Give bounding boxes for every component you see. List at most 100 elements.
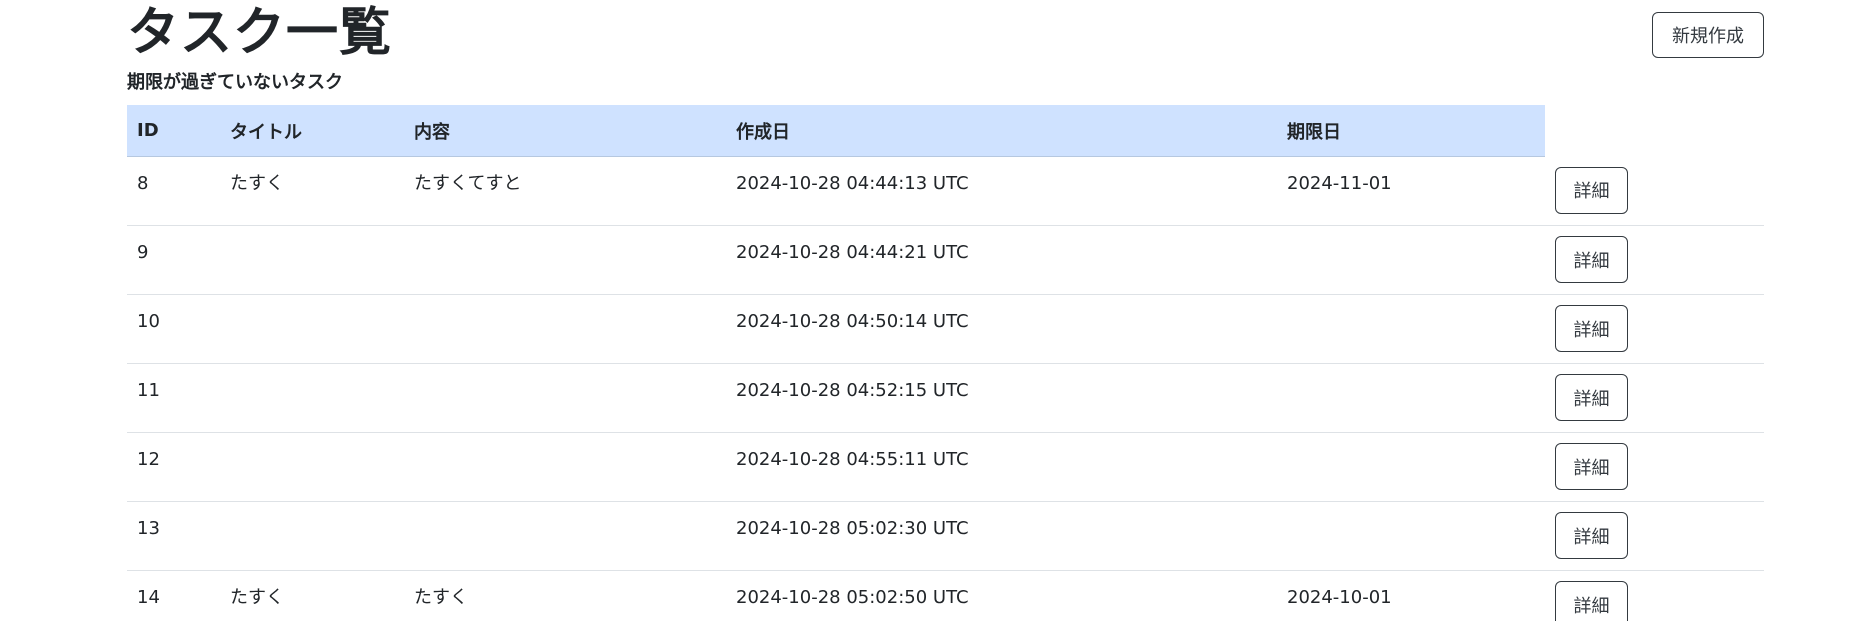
cell-actions: 詳細 <box>1545 363 1764 433</box>
cell-created: 2024-10-28 04:50:14 UTC <box>726 294 1277 364</box>
cell-created-text: 2024-10-28 04:55:11 UTC <box>736 449 969 470</box>
cell-id: 12 <box>127 432 220 502</box>
cell-actions: 詳細 <box>1545 294 1764 364</box>
table-row: 10 2024-10-28 04:50:14 UTC 詳細 <box>127 294 1764 364</box>
cell-due: 2024-10-01 <box>1277 570 1545 621</box>
table-row: 11 2024-10-28 04:52:15 UTC 詳細 <box>127 363 1764 433</box>
cell-id-text: 12 <box>137 449 160 470</box>
cell-actions: 詳細 <box>1545 570 1764 621</box>
cell-due-text <box>1287 433 1535 449</box>
table-row: 12 2024-10-28 04:55:11 UTC 詳細 <box>127 432 1764 502</box>
cell-due <box>1277 225 1545 295</box>
cell-created-text: 2024-10-28 05:02:30 UTC <box>736 518 969 539</box>
cell-actions: 詳細 <box>1545 225 1764 295</box>
cell-created-text: 2024-10-28 04:44:13 UTC <box>736 173 969 194</box>
cell-id: 14 <box>127 570 220 621</box>
cell-content-text: たすくてすと <box>414 173 522 194</box>
task-list-page: タスク一覧 新規作成 期限が過ぎていないタスク ID タイトル 内容 作成日 期… <box>0 0 1874 621</box>
cell-content <box>404 501 726 571</box>
cell-id-text: 10 <box>137 311 160 332</box>
cell-created: 2024-10-28 04:44:13 UTC <box>726 156 1277 226</box>
cell-title: たすく <box>220 570 404 621</box>
table-header-row: ID タイトル 内容 作成日 期限日 <box>127 105 1764 157</box>
detail-button[interactable]: 詳細 <box>1555 443 1628 490</box>
column-header-content: 内容 <box>404 105 726 157</box>
cell-content <box>404 294 726 364</box>
cell-due <box>1277 501 1545 571</box>
page-title: タスク一覧 <box>127 3 393 63</box>
column-header-actions <box>1545 105 1764 157</box>
detail-button[interactable]: 詳細 <box>1555 236 1628 283</box>
cell-content-text <box>414 226 716 242</box>
cell-id-text: 14 <box>137 587 160 608</box>
cell-id: 13 <box>127 501 220 571</box>
cell-created-text: 2024-10-28 04:44:21 UTC <box>736 242 969 263</box>
cell-due-text: 2024-10-01 <box>1287 587 1392 608</box>
cell-created: 2024-10-28 04:55:11 UTC <box>726 432 1277 502</box>
table-row: 8 たすく たすくてすと 2024-10-28 04:44:13 UTC 202… <box>127 156 1764 226</box>
cell-actions: 詳細 <box>1545 432 1764 502</box>
cell-content <box>404 225 726 295</box>
detail-button[interactable]: 詳細 <box>1555 374 1628 421</box>
column-header-created: 作成日 <box>726 105 1277 157</box>
cell-created: 2024-10-28 04:52:15 UTC <box>726 363 1277 433</box>
cell-title <box>220 225 404 295</box>
cell-id-text: 13 <box>137 518 160 539</box>
cell-title <box>220 432 404 502</box>
cell-id: 10 <box>127 294 220 364</box>
cell-title-text: たすく <box>230 173 284 194</box>
cell-title-text: たすく <box>230 587 284 608</box>
table-row: 13 2024-10-28 05:02:30 UTC 詳細 <box>127 501 1764 571</box>
cell-id-text: 11 <box>137 380 160 401</box>
cell-title: たすく <box>220 156 404 226</box>
cell-due: 2024-11-01 <box>1277 156 1545 226</box>
cell-id: 11 <box>127 363 220 433</box>
cell-content <box>404 363 726 433</box>
cell-title-text <box>230 226 394 242</box>
cell-actions: 詳細 <box>1545 501 1764 571</box>
cell-due-text <box>1287 226 1535 242</box>
cell-title <box>220 501 404 571</box>
cell-title-text <box>230 502 394 518</box>
page-subtitle: 期限が過ぎていないタスク <box>127 72 343 93</box>
column-header-due: 期限日 <box>1277 105 1545 157</box>
cell-id: 8 <box>127 156 220 226</box>
cell-due <box>1277 363 1545 433</box>
cell-title-text <box>230 364 394 380</box>
cell-id-text: 8 <box>137 173 149 194</box>
cell-content-text <box>414 433 716 449</box>
new-task-button[interactable]: 新規作成 <box>1652 12 1764 58</box>
cell-due <box>1277 432 1545 502</box>
column-header-title: タイトル <box>220 105 404 157</box>
cell-id-text: 9 <box>137 242 149 263</box>
cell-content: たすくてすと <box>404 156 726 226</box>
cell-content-text <box>414 295 716 311</box>
cell-id: 9 <box>127 225 220 295</box>
cell-content: たすく <box>404 570 726 621</box>
cell-content <box>404 432 726 502</box>
cell-title <box>220 363 404 433</box>
cell-created-text: 2024-10-28 04:50:14 UTC <box>736 311 969 332</box>
detail-button[interactable]: 詳細 <box>1555 581 1628 621</box>
table-row: 9 2024-10-28 04:44:21 UTC 詳細 <box>127 225 1764 295</box>
cell-created-text: 2024-10-28 04:52:15 UTC <box>736 380 969 401</box>
task-table: ID タイトル 内容 作成日 期限日 8 たすく たすくてすと 2024-10-… <box>127 105 1764 621</box>
detail-button[interactable]: 詳細 <box>1555 512 1628 559</box>
detail-button[interactable]: 詳細 <box>1555 305 1628 352</box>
cell-due-text: 2024-11-01 <box>1287 173 1392 194</box>
cell-title <box>220 294 404 364</box>
cell-content-text: たすく <box>414 587 468 608</box>
cell-title-text <box>230 433 394 449</box>
cell-content-text <box>414 364 716 380</box>
cell-created: 2024-10-28 05:02:50 UTC <box>726 570 1277 621</box>
column-header-id: ID <box>127 105 220 157</box>
cell-due-text <box>1287 295 1535 311</box>
cell-content-text <box>414 502 716 518</box>
cell-created: 2024-10-28 04:44:21 UTC <box>726 225 1277 295</box>
cell-created: 2024-10-28 05:02:30 UTC <box>726 501 1277 571</box>
table-row: 14 たすく たすく 2024-10-28 05:02:50 UTC 2024-… <box>127 570 1764 621</box>
cell-created-text: 2024-10-28 05:02:50 UTC <box>736 587 969 608</box>
detail-button[interactable]: 詳細 <box>1555 166 1628 214</box>
cell-actions: 詳細 <box>1545 156 1764 226</box>
cell-due-text <box>1287 364 1535 380</box>
